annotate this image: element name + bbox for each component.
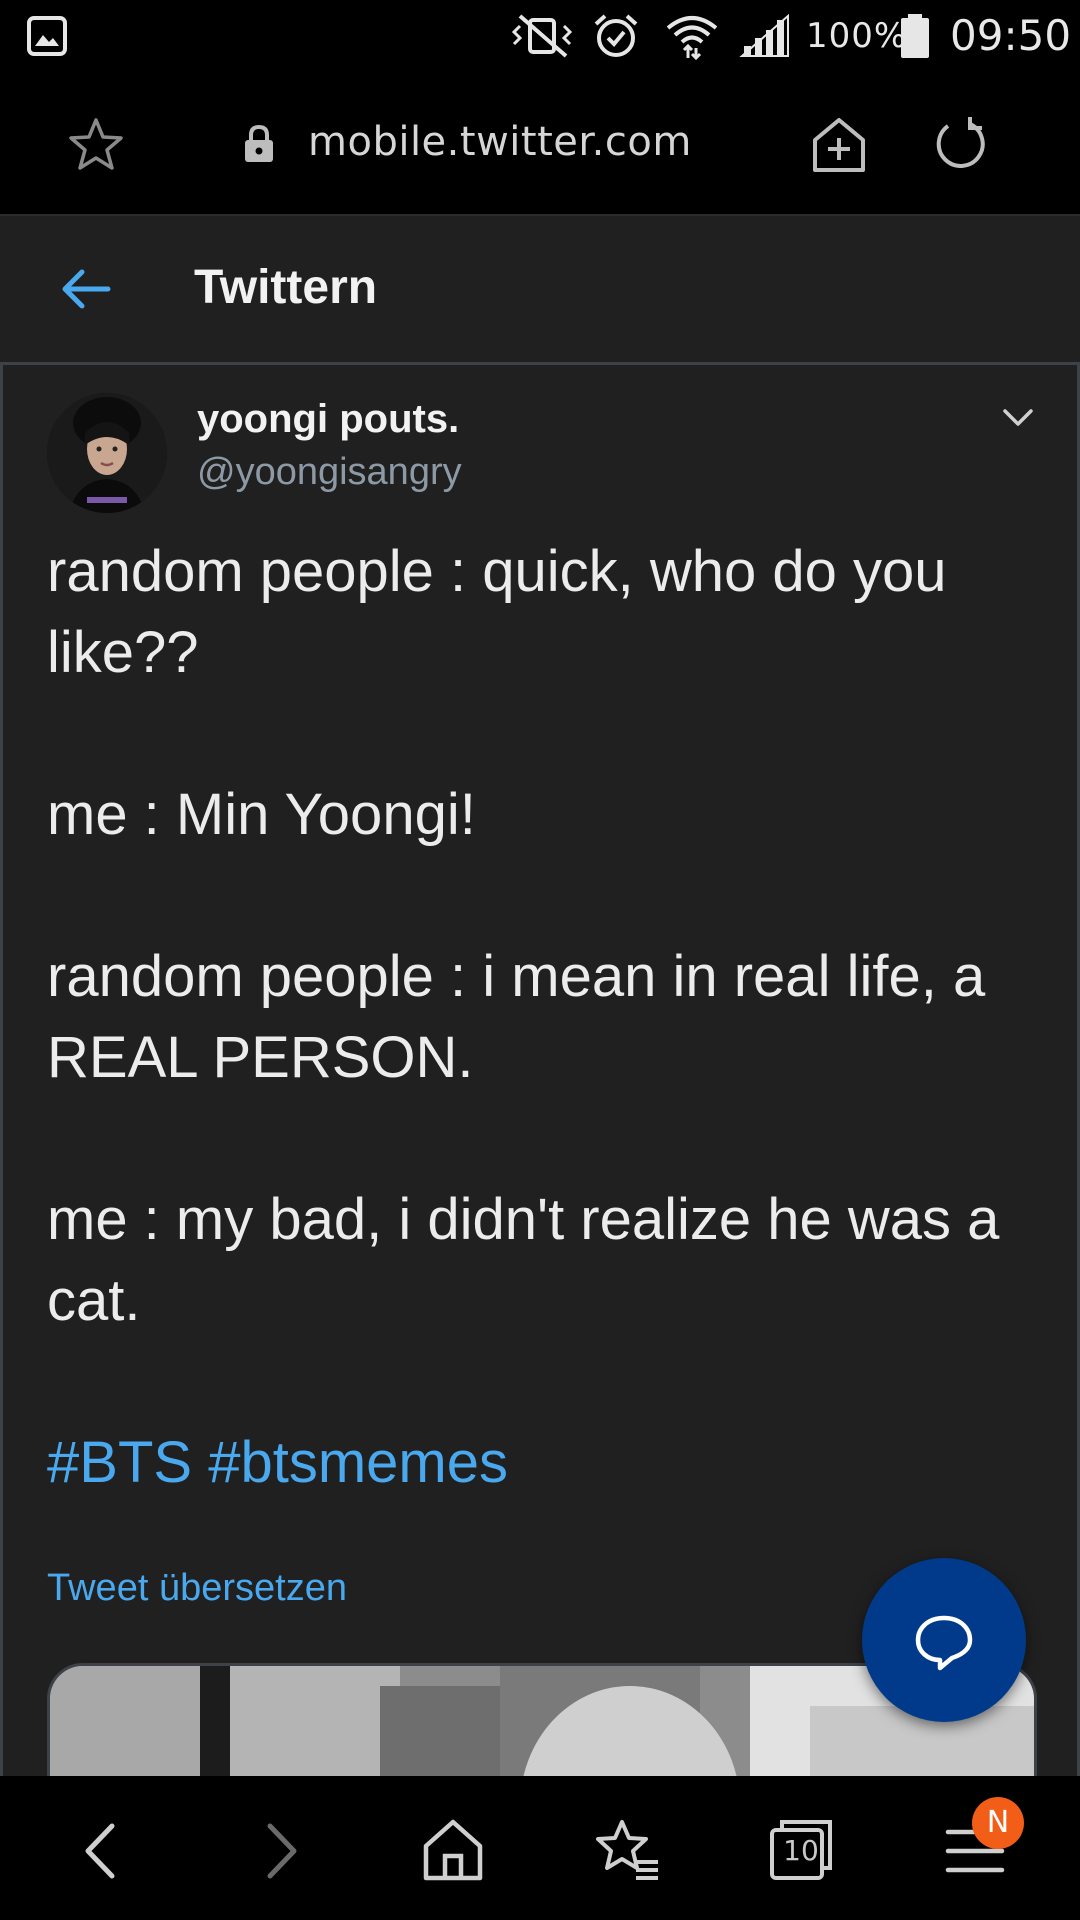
url-text[interactable]: mobile.twitter.com [308,112,692,172]
tweet-author-handle[interactable]: @yoongisangry [197,449,462,495]
lock-icon [245,124,273,162]
clock: 09:50 [950,11,1072,60]
back-icon[interactable] [68,1816,138,1886]
wifi-icon [666,16,718,60]
gallery-icon [27,16,67,56]
browser-url-bar: mobile.twitter.com [0,72,1080,214]
tabs-count: 10 [783,1834,819,1867]
tweet-paragraph: random people : quick, who do you like?? [47,539,947,685]
chevron-down-icon[interactable] [999,399,1037,437]
tweet-text: random people : quick, who do you like??… [47,531,1037,1503]
status-bar: 100% 09:50 [0,0,1080,72]
hashtag-link[interactable]: #btsmemes [208,1430,508,1495]
alarm-icon [594,14,638,57]
browser-bottom-nav: 10 [0,1776,1080,1920]
back-arrow-icon[interactable] [60,266,112,312]
signal-icon [739,13,789,57]
battery-icon [901,14,929,58]
add-to-home-icon[interactable] [810,116,868,174]
avatar[interactable] [47,393,167,513]
hashtag-line: #BTS #btsmemes [47,1422,1037,1503]
star-icon[interactable] [68,116,124,172]
tweet-paragraph: random people : i mean in real life, a R… [47,944,986,1090]
tweet-paragraph: me : Min Yoongi! [47,782,476,847]
twitter-header: Twittern [0,214,1080,362]
speech-bubble-icon [915,1615,973,1671]
tweet-author-name[interactable]: yoongi pouts. [197,395,459,443]
home-icon[interactable] [418,1816,488,1886]
translate-tweet-link[interactable]: Tweet übersetzen [47,1565,347,1611]
avatar-image [47,393,167,513]
hashtag-link[interactable]: #BTS [47,1430,192,1495]
compose-tweet-button[interactable] [862,1558,1026,1722]
bookmarks-icon[interactable] [592,1816,662,1886]
battery-percent: 100% [806,16,908,56]
reload-icon[interactable] [930,114,990,174]
tabs-button[interactable]: 10 [766,1816,836,1886]
tweet-paragraph: me : my bad, i didn't realize he was a c… [47,1187,1000,1333]
page-title: Twittern [194,261,378,314]
forward-icon[interactable] [244,1816,314,1886]
notification-badge: N [972,1797,1024,1849]
mute-vibrate-icon [511,14,573,58]
